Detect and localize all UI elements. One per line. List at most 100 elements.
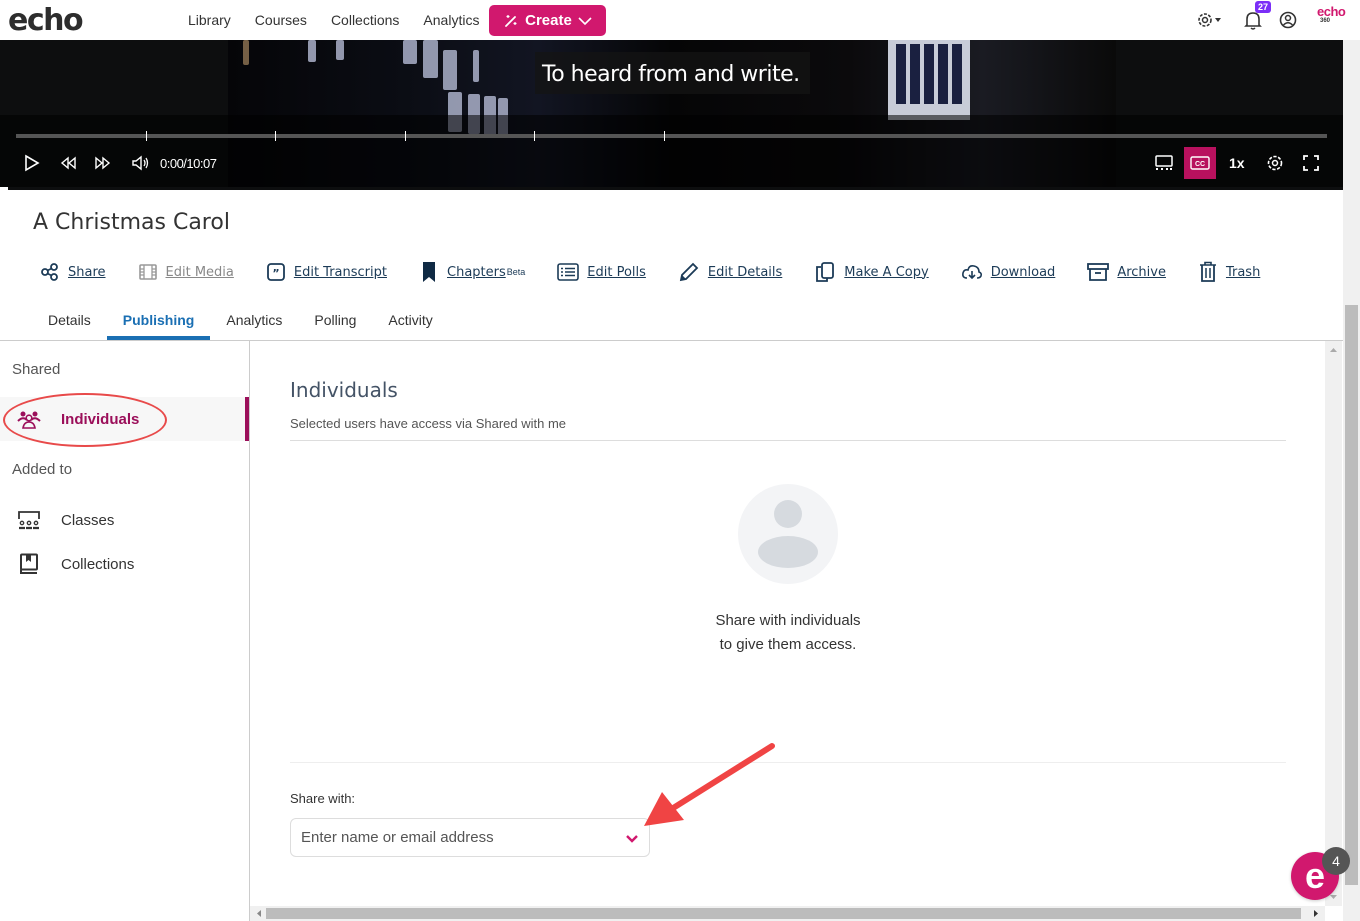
edit-media-action[interactable]: Edit Media [138, 262, 234, 282]
archive-action[interactable]: Archive [1087, 262, 1166, 282]
empty-line-2: to give them access. [719, 636, 857, 653]
archive-label: Archive [1117, 264, 1166, 280]
share-action[interactable]: Share [40, 262, 106, 282]
tab-analytics[interactable]: Analytics [210, 305, 298, 340]
sidebar-item-label: Classes [61, 511, 115, 529]
create-button[interactable]: Create [489, 5, 606, 36]
svg-text:”: ” [272, 267, 279, 280]
edit-details-action[interactable]: Edit Details [678, 261, 782, 283]
share-placeholder: Enter name or email address [301, 829, 494, 846]
chapter-marker[interactable] [275, 131, 276, 141]
chapter-marker[interactable] [146, 131, 147, 141]
chapter-marker[interactable] [534, 131, 535, 141]
chapter-marker[interactable] [664, 131, 665, 141]
assistant-badge: 4 [1322, 847, 1350, 875]
added-to-heading: Added to [12, 461, 73, 478]
trash-action[interactable]: Trash [1198, 261, 1260, 283]
controls-bar [0, 115, 1343, 187]
edit-media-label: Edit Media [165, 264, 234, 280]
bell-icon [1244, 12, 1262, 30]
notification-badge: 27 [1255, 1, 1272, 13]
rewind-icon [60, 156, 76, 170]
sidebar-item-classes[interactable]: Classes [0, 498, 249, 542]
fast-forward-button[interactable] [94, 154, 112, 172]
rewind-button[interactable] [59, 154, 77, 172]
tab-publishing[interactable]: Publishing [106, 305, 211, 340]
nav-library[interactable]: Library [188, 12, 231, 28]
chapter-marker[interactable] [405, 131, 406, 141]
chapters-label: Chapters [447, 264, 506, 280]
echovideo-logo[interactable]: echovideo [8, 3, 1351, 190]
gear-icon [1198, 13, 1221, 27]
empty-line-1: Share with individuals [715, 612, 861, 629]
cc-icon: CC [1190, 156, 1210, 170]
video-player[interactable]: To heard from and write. 0:00/10:07 CC 1… [0, 40, 1343, 187]
nav-links: Library Courses Collections Analytics [188, 0, 503, 40]
page: echovideo Library Courses Collections An… [0, 0, 1360, 921]
scroll-up-icon [1330, 348, 1337, 352]
nav-courses[interactable]: Courses [255, 12, 307, 28]
make-copy-label: Make A Copy [844, 264, 929, 280]
share-with-label: Share with: [290, 791, 356, 806]
layout-button[interactable] [1154, 154, 1174, 172]
progress-bar[interactable] [16, 134, 1327, 138]
panel-scrollbar[interactable] [1325, 341, 1342, 906]
user-menu[interactable] [1279, 11, 1297, 34]
share-with-input[interactable]: Enter name or email address [290, 818, 650, 857]
chapters-action[interactable]: Chapters Beta [419, 261, 525, 283]
edit-transcript-action[interactable]: ” Edit Transcript [266, 262, 387, 282]
settings-menu[interactable] [1196, 11, 1224, 34]
edit-transcript-label: Edit Transcript [293, 264, 387, 280]
closed-captions-button[interactable]: CC [1184, 147, 1216, 179]
time-display: 0:00/10:07 [160, 156, 217, 171]
fullscreen-icon [1303, 155, 1319, 171]
tab-polling[interactable]: Polling [298, 305, 372, 340]
section-title: Individuals [290, 378, 398, 402]
play-icon [25, 154, 40, 172]
nav-analytics[interactable]: Analytics [423, 12, 479, 28]
sidebar-item-label: Collections [61, 555, 135, 573]
volume-icon [132, 155, 149, 171]
book-icon [16, 553, 42, 575]
media-title: A Christmas Carol [33, 210, 230, 235]
sidebar-item-collections[interactable]: Collections [0, 542, 249, 586]
chevron-down-icon[interactable] [625, 831, 639, 848]
cloud-download-icon [961, 265, 982, 280]
download-action[interactable]: Download [961, 262, 1055, 282]
fullscreen-button[interactable] [1302, 154, 1320, 172]
media-actions: Share Edit Media ” Edit Transcript Chapt… [40, 259, 1292, 285]
copy-icon [816, 262, 835, 282]
player-settings-button[interactable] [1266, 154, 1284, 172]
edit-polls-action[interactable]: Edit Polls [557, 262, 646, 282]
svg-text:CC: CC [1195, 161, 1205, 168]
nav-collections[interactable]: Collections [331, 12, 399, 28]
play-button[interactable] [24, 154, 40, 172]
fast-forward-icon [95, 156, 111, 170]
volume-button[interactable] [131, 154, 151, 172]
avatar-placeholder-icon [738, 484, 838, 584]
trash-icon [1199, 261, 1216, 282]
create-label: Create [525, 12, 572, 29]
edit-details-label: Edit Details [707, 264, 783, 280]
list-icon [557, 263, 580, 281]
magic-wand-icon [505, 14, 517, 27]
logo-echo: echo [8, 3, 84, 38]
share-divider [290, 762, 1286, 763]
notifications-button[interactable] [1244, 10, 1262, 35]
sidebar-item-individuals[interactable]: Individuals [0, 397, 249, 441]
horizontal-scrollbar-thumb[interactable] [266, 908, 1301, 919]
top-nav: echovideo Library Courses Collections An… [0, 0, 1360, 190]
make-copy-action[interactable]: Make A Copy [814, 261, 929, 283]
page-scrollbar-thumb[interactable] [1345, 305, 1358, 885]
tab-activity[interactable]: Activity [372, 305, 448, 340]
playback-speed-button[interactable]: 1x [1229, 155, 1245, 171]
tab-details[interactable]: Details [32, 305, 107, 340]
users-icon [16, 409, 42, 429]
publishing-panel: Individuals Selected users have access v… [250, 341, 1325, 906]
section-divider [290, 440, 1286, 441]
scroll-right-icon [1314, 910, 1318, 917]
panel-horizontal-scrollbar[interactable] [250, 906, 1325, 921]
trash-label: Trash [1225, 264, 1261, 280]
echo360-logo[interactable]: echo 360 [1317, 5, 1346, 24]
page-scrollbar[interactable] [1343, 40, 1360, 921]
